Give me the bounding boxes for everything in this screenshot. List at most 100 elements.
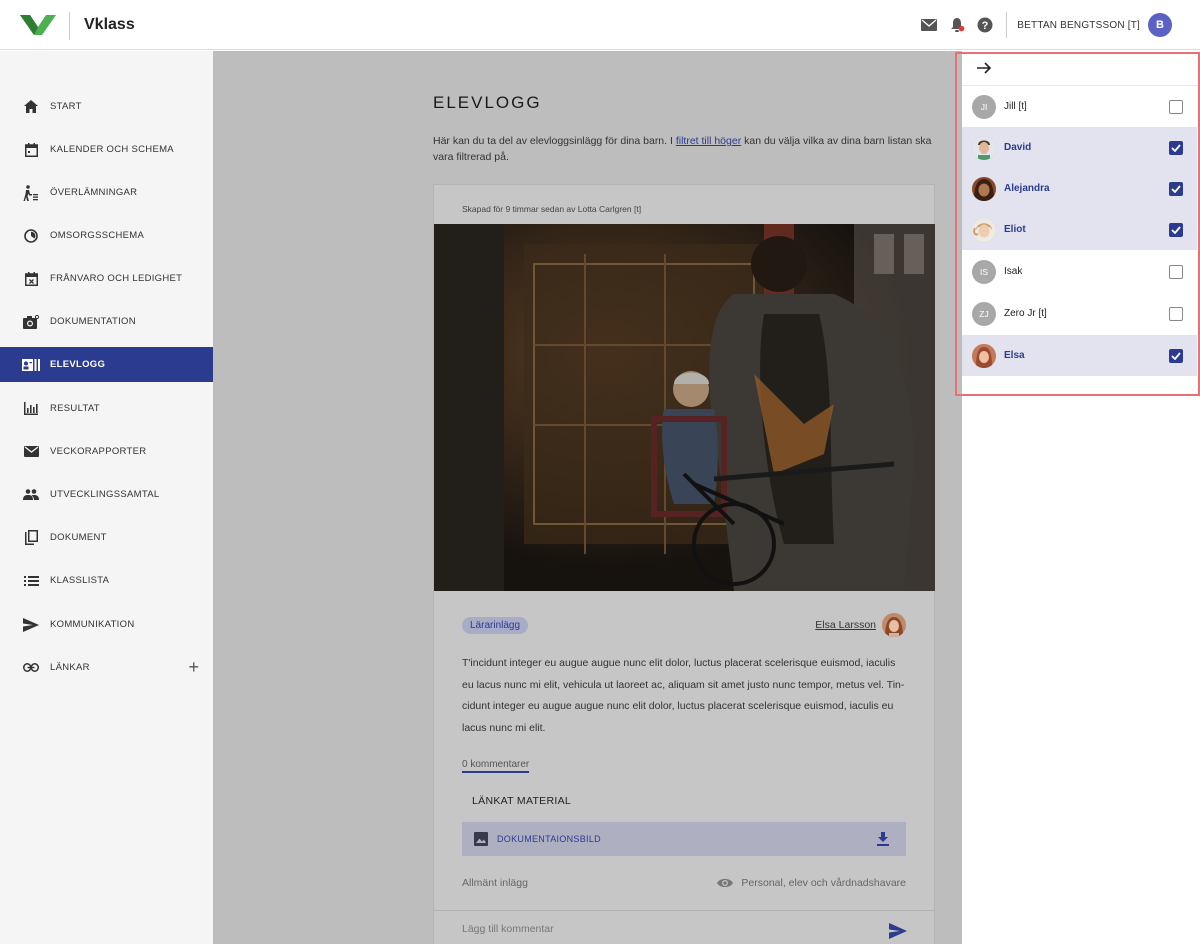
post-author[interactable]: Elsa Larsson — [815, 613, 906, 637]
comment-input[interactable] — [462, 923, 862, 935]
sidebar-item-label: KOMMUNIKATION — [50, 619, 135, 630]
sidebar-item-kommunikation[interactable]: KOMMUNIKATION — [0, 607, 213, 642]
sidebar-item-label: KALENDER OCH SCHEMA — [50, 144, 174, 155]
sidebar-item-label: START — [50, 101, 82, 112]
linked-material-title: LÄNKAT MATERIAL — [472, 795, 572, 807]
child-name: Jill [t] — [1004, 101, 1027, 112]
post-meta: Skapad för 9 timmar sedan av Lotta Carlg… — [462, 204, 642, 214]
child-checkbox[interactable] — [1169, 140, 1183, 155]
handover-icon — [22, 184, 40, 202]
user-name[interactable]: BETTAN BENGTSSON [T] — [1017, 20, 1140, 31]
child-name: Eliot — [1004, 224, 1026, 235]
sidebar-item-dokument[interactable]: DOKUMENT — [0, 520, 213, 555]
sidebar-item-label: FRÅNVARO OCH LEDIGHET — [50, 273, 183, 284]
send-comment-icon[interactable] — [889, 923, 907, 939]
audience-label: Personal, elev och vårdnadshavare — [741, 877, 906, 889]
image-icon — [474, 832, 488, 846]
home-icon — [22, 98, 40, 116]
child-row-jill[interactable]: JI Jill [t] — [962, 86, 1197, 127]
main-content: ELEVLOGG Här kan du ta del av elevloggsi… — [213, 51, 962, 944]
child-avatar — [972, 135, 996, 160]
filter-header — [962, 51, 1200, 86]
vklass-logo-icon[interactable] — [20, 13, 56, 37]
download-icon[interactable] — [876, 832, 890, 846]
child-checkbox[interactable] — [1169, 222, 1183, 237]
user-avatar[interactable]: B — [1148, 13, 1172, 37]
sidebar-item-label: UTVECKLINGSSAMTAL — [50, 489, 160, 500]
post-card: Skapad för 9 timmar sedan av Lotta Carlg… — [433, 184, 935, 944]
child-row-isak[interactable]: IS Isak — [962, 251, 1197, 292]
child-name: Zero Jr [t] — [1004, 308, 1047, 319]
child-filter-panel: JI Jill [t] David Alejandra Eliot IS Isa… — [962, 51, 1200, 944]
sidebar-item-label: ELEVLOGG — [50, 359, 106, 370]
brand-name: Vklass — [84, 16, 135, 33]
post-body: T'incidunt integer eu augue augue nunc e… — [462, 657, 905, 734]
sidebar-item-elevlogg[interactable]: ELEVLOGG — [0, 347, 213, 382]
attachment-label: DOKUMENTAIONSBILD — [497, 834, 601, 844]
sidebar-item-resultat[interactable]: RESULTAT — [0, 391, 213, 426]
post-visibility-type: Allmänt inlägg — [462, 877, 528, 889]
child-name: Elsa — [1004, 350, 1025, 361]
child-avatar: JI — [972, 94, 996, 119]
top-bar: Vklass ? BETTAN BENGTSSON [T] B — [0, 0, 1200, 50]
child-row-eliot[interactable]: Eliot — [962, 209, 1197, 250]
intro-text-start: Här kan du ta del av elevloggsinlägg för… — [433, 135, 676, 147]
page-title: ELEVLOGG — [433, 93, 542, 112]
child-avatar: ZJ — [972, 301, 996, 326]
post-audience: Personal, elev och vårdnadshavare — [717, 877, 906, 889]
child-avatar — [972, 217, 996, 242]
mail-icon[interactable] — [918, 14, 940, 36]
child-row-elsa[interactable]: Elsa — [962, 335, 1197, 376]
intro-text: Här kan du ta del av elevloggsinlägg för… — [433, 133, 943, 165]
child-checkbox[interactable] — [1169, 306, 1183, 321]
sidebar-item-label: RESULTAT — [50, 403, 100, 414]
copy-icon — [22, 529, 40, 547]
arrow-right-icon[interactable] — [976, 60, 992, 76]
sidebar-item-veckorapporter[interactable]: VECKORAPPORTER — [0, 434, 213, 469]
child-checkbox[interactable] — [1169, 181, 1183, 196]
people-icon — [22, 486, 40, 504]
child-row-david[interactable]: David — [962, 127, 1197, 168]
child-name: Alejandra — [1004, 183, 1050, 194]
sidebar-item-label: LÄNKAR — [50, 662, 90, 673]
sidebar-item-start[interactable]: START — [0, 89, 213, 124]
sidebar-item-klasslista[interactable]: KLASSLISTA — [0, 563, 213, 598]
link-icon — [22, 659, 40, 677]
help-icon[interactable]: ? — [974, 14, 996, 36]
child-row-zero[interactable]: ZJ Zero Jr [t] — [962, 293, 1197, 334]
post-type-badge: Lärarinlägg — [462, 617, 529, 634]
logo-divider — [69, 12, 70, 40]
filter-link[interactable]: filtret till höger — [676, 135, 741, 147]
calendar-x-icon — [22, 270, 40, 288]
post-photo[interactable] — [434, 224, 935, 591]
sidebar-item-label: DOKUMENT — [50, 532, 107, 543]
child-checkbox[interactable] — [1169, 99, 1183, 114]
attachment-item[interactable]: DOKUMENTAIONSBILD — [462, 822, 906, 856]
child-checkbox[interactable] — [1169, 264, 1183, 279]
child-avatar — [972, 176, 996, 201]
comments-link[interactable]: 0 kommentarer — [462, 759, 530, 773]
sidebar-item-omsorgsschema[interactable]: OMSORGSSCHEMA — [0, 218, 213, 253]
sidebar-item-franvaro[interactable]: FRÅNVARO OCH LEDIGHET — [0, 261, 213, 296]
author-name[interactable]: Elsa Larsson — [815, 619, 876, 631]
sidebar: START KALENDER OCH SCHEMA ÖVERLÄMNINGAR … — [0, 51, 213, 944]
sidebar-item-label: KLASSLISTA — [50, 575, 110, 586]
child-checkbox[interactable] — [1169, 348, 1183, 363]
comment-bar — [434, 910, 935, 944]
sidebar-item-overlamningar[interactable]: ÖVERLÄMNINGAR — [0, 175, 213, 210]
sidebar-item-lankar[interactable]: LÄNKAR + — [0, 650, 213, 685]
sidebar-item-kalender[interactable]: KALENDER OCH SCHEMA — [0, 132, 213, 167]
sidebar-item-utvecklingssamtal[interactable]: UTVECKLINGSSAMTAL — [0, 477, 213, 512]
eye-icon — [717, 878, 734, 888]
author-avatar — [882, 613, 906, 637]
sidebar-item-label: ÖVERLÄMNINGAR — [50, 187, 138, 198]
bell-icon[interactable] — [946, 14, 968, 36]
clock-icon — [22, 227, 40, 245]
sidebar-item-label: VECKORAPPORTER — [50, 446, 147, 457]
sidebar-item-dokumentation[interactable]: DOKUMENTATION — [0, 304, 213, 339]
add-link-button[interactable]: + — [188, 657, 199, 678]
header-divider — [1006, 12, 1008, 38]
sidebar-item-label: OMSORGSSCHEMA — [50, 230, 145, 241]
send-icon — [22, 616, 40, 634]
child-row-alejandra[interactable]: Alejandra — [962, 168, 1197, 209]
